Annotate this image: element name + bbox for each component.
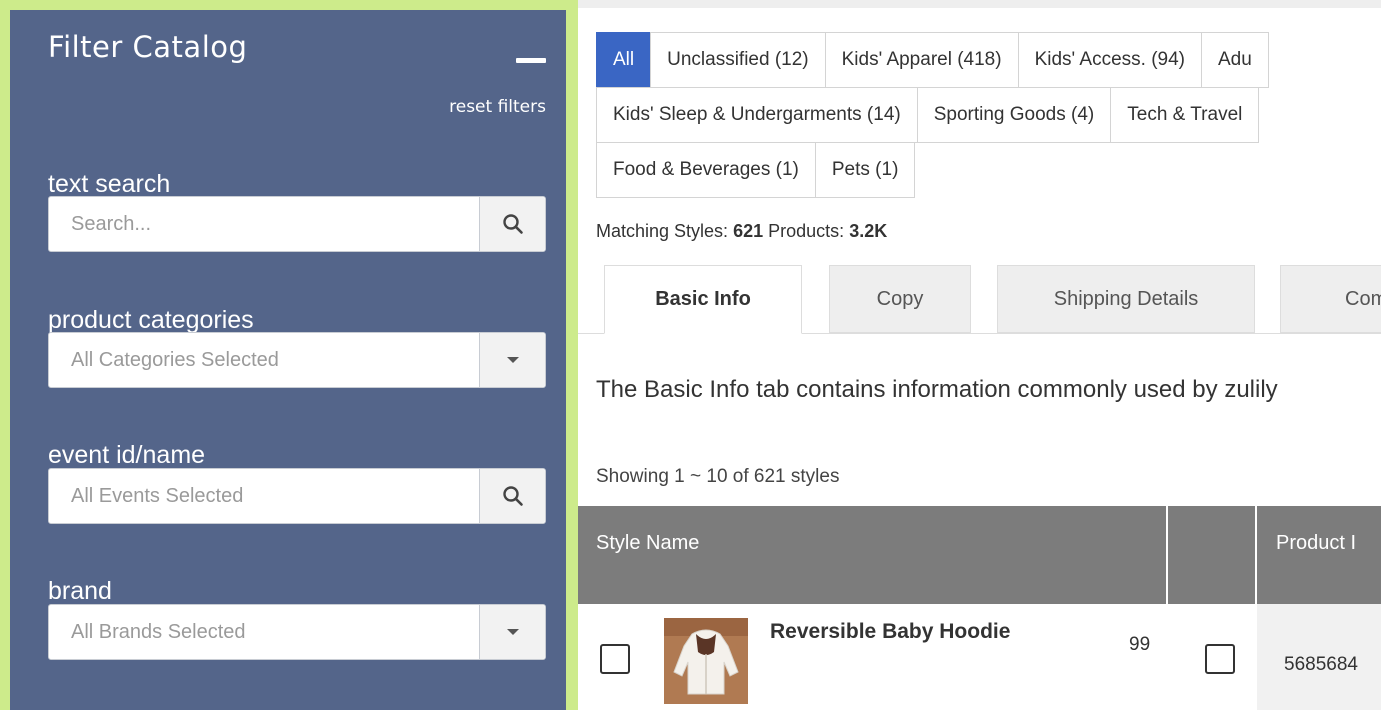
- matching-styles-value: 621: [733, 221, 764, 241]
- product-categories-select[interactable]: [48, 332, 546, 388]
- product-categories-input[interactable]: [49, 333, 479, 387]
- product-thumbnail[interactable]: [664, 618, 748, 704]
- pill-sporting-goods[interactable]: Sporting Goods (4): [916, 87, 1112, 143]
- hoodie-image-icon: [664, 618, 748, 704]
- matching-products-value: 3.2K: [849, 221, 888, 241]
- pill-kids-access[interactable]: Kids' Access. (94): [1017, 32, 1202, 88]
- pill-adult[interactable]: Adu: [1200, 32, 1269, 88]
- filter-panel: Filter Catalog reset filters text search…: [10, 10, 566, 710]
- event-search-button[interactable]: [479, 469, 545, 523]
- event-input[interactable]: [49, 469, 479, 523]
- pill-unclassified[interactable]: Unclassified (12): [650, 32, 826, 88]
- pill-kids-apparel[interactable]: Kids' Apparel (418): [824, 32, 1019, 88]
- th-style-name[interactable]: Style Name: [578, 506, 1166, 604]
- product-categories-label: product categories: [48, 306, 254, 334]
- showing-count: Showing 1 ~ 10 of 621 styles: [596, 466, 840, 487]
- tab-com[interactable]: Com: [1280, 265, 1381, 333]
- th-product-id[interactable]: Product I: [1258, 506, 1381, 604]
- product-id-value: 5685684: [1284, 654, 1358, 675]
- style-name-link[interactable]: Reversible Baby Hoodie: [770, 620, 1010, 644]
- tab-shipping-details[interactable]: Shipping Details: [997, 265, 1255, 333]
- pill-food-beverages[interactable]: Food & Beverages (1): [596, 142, 816, 198]
- matching-styles-label: Matching Styles:: [596, 221, 729, 241]
- product-categories-dropdown-button[interactable]: [479, 333, 545, 387]
- tab-copy[interactable]: Copy: [829, 265, 971, 333]
- filter-sidebar: Filter Catalog reset filters text search…: [0, 0, 578, 710]
- brand-select[interactable]: [48, 604, 546, 660]
- table-header: Style Name Product I: [578, 506, 1381, 604]
- caret-down-icon: [506, 629, 519, 635]
- text-search-input[interactable]: [49, 197, 479, 251]
- filter-title: Filter Catalog: [48, 30, 248, 64]
- reset-filters-link[interactable]: reset filters: [449, 97, 546, 117]
- caret-down-icon: [506, 357, 519, 363]
- table-row: Reversible Baby Hoodie 99 5685684: [578, 604, 1381, 710]
- text-search-field: [48, 196, 546, 252]
- search-icon: [502, 486, 523, 506]
- matching-products-label: Products:: [768, 221, 845, 241]
- pill-all[interactable]: All: [596, 32, 652, 88]
- brand-dropdown-button[interactable]: [479, 605, 545, 659]
- tab-basic-info[interactable]: Basic Info: [604, 265, 802, 334]
- category-pills-row-3: Food & Beverages (1) Pets (1): [596, 142, 916, 198]
- matching-summary: Matching Styles: 621 Products: 3.2K: [596, 221, 887, 242]
- row-option-checkbox[interactable]: [1205, 644, 1235, 674]
- row-select-checkbox[interactable]: [600, 644, 630, 674]
- th-select: [1168, 506, 1256, 604]
- pill-tech-travel[interactable]: Tech & Travel: [1110, 87, 1260, 143]
- text-search-button[interactable]: [479, 197, 545, 251]
- pill-kids-sleep[interactable]: Kids' Sleep & Undergarments (14): [596, 87, 918, 143]
- text-search-label: text search: [48, 170, 171, 198]
- pill-pets[interactable]: Pets (1): [814, 142, 916, 198]
- brand-label: brand: [48, 577, 112, 605]
- collapse-minus-icon[interactable]: [516, 52, 546, 78]
- event-field: [48, 468, 546, 524]
- catalog-main: All Unclassified (12) Kids' Apparel (418…: [578, 0, 1381, 710]
- brand-input[interactable]: [49, 605, 479, 659]
- category-pills-row-2: Kids' Sleep & Undergarments (14) Sportin…: [596, 87, 1260, 143]
- top-strip: [578, 0, 1381, 8]
- search-icon: [502, 214, 523, 234]
- tab-description: The Basic Info tab contains information …: [596, 376, 1278, 403]
- style-count: 99: [1129, 634, 1151, 655]
- event-label: event id/name: [48, 441, 206, 469]
- category-pills-row-1: All Unclassified (12) Kids' Apparel (418…: [596, 32, 1269, 88]
